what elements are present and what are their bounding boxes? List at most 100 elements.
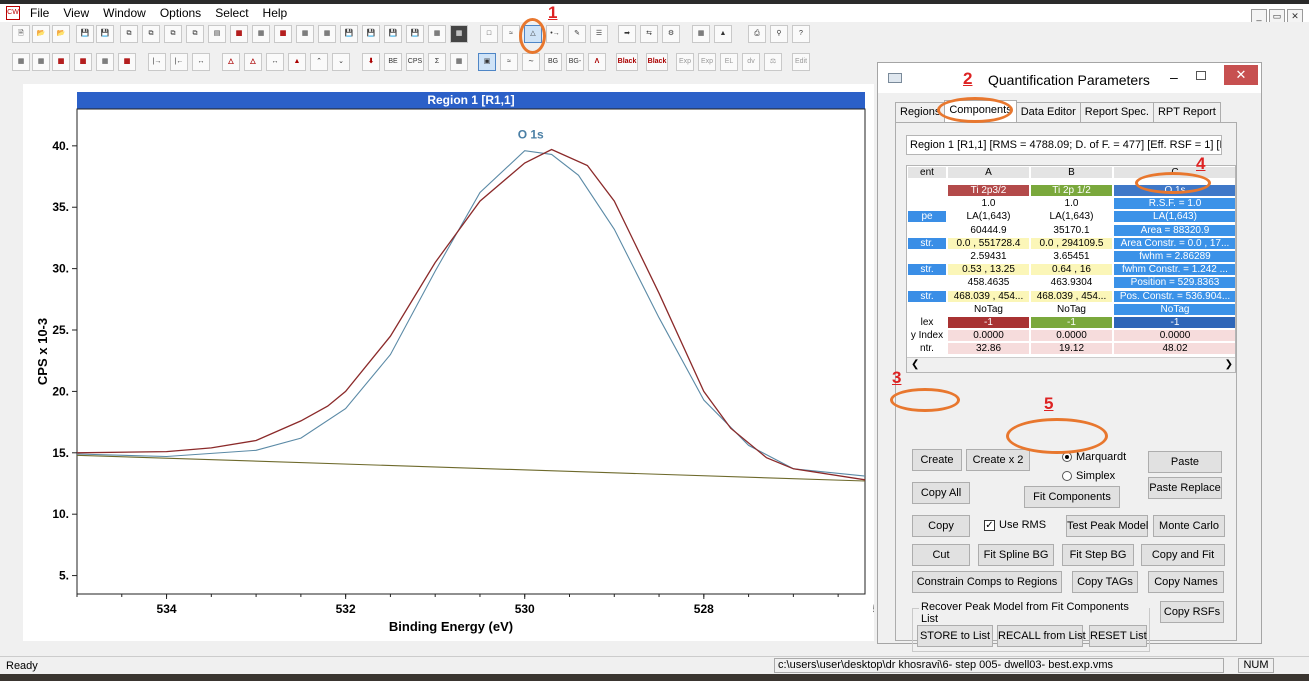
grid-row-label[interactable] xyxy=(907,250,947,263)
peak-left-icon[interactable]: △ xyxy=(244,53,262,71)
exp-vir-button[interactable]: Exp Vir xyxy=(676,53,694,71)
tile-5-icon[interactable]: ▦ xyxy=(96,53,114,71)
window-icon[interactable]: □ xyxy=(480,25,498,43)
pencil-icon[interactable]: ✎ xyxy=(568,25,586,43)
fit-spline-bg-button[interactable]: Fit Spline BG xyxy=(978,544,1054,566)
copy-page-2-icon[interactable]: ⧉ xyxy=(142,25,160,43)
grid-cell[interactable]: 35170.1 xyxy=(1030,223,1113,237)
grid-row-label[interactable]: str. xyxy=(907,289,947,303)
grid-cell[interactable]: 0.53 , 13.25 xyxy=(947,263,1030,277)
peak-both-icon[interactable]: ↔ xyxy=(266,53,284,71)
shift-right-icon[interactable]: |→ xyxy=(148,53,166,71)
tab-report-spec[interactable]: Report Spec. xyxy=(1079,102,1154,122)
constrain-comps-button[interactable]: Constrain Comps to Regions xyxy=(912,571,1062,593)
mdi-close-icon[interactable]: ✕ xyxy=(1287,9,1303,23)
graph-icon[interactable]: ≈ xyxy=(500,53,518,71)
menu-select[interactable]: Select xyxy=(215,6,248,20)
grid-cell[interactable]: fwhm = 2.86289 xyxy=(1113,250,1235,263)
block-2-icon[interactable]: ▦ xyxy=(252,25,270,43)
components-grid[interactable]: ent A B C Ti 2p3/2 Ti 2p 1/2 O 1s 1.0 1.0 R.S.F. … xyxy=(906,165,1236,373)
arrow-icon[interactable]: ➡ xyxy=(618,25,636,43)
tile-3-icon[interactable]: ▦ xyxy=(52,53,70,71)
grid-column-header-b[interactable]: B xyxy=(1030,166,1113,179)
cps-button[interactable]: CPS C xyxy=(406,53,424,71)
recall-from-list-button[interactable]: RECALL from List xyxy=(997,625,1086,647)
double-up-icon[interactable]: ⌃ xyxy=(310,53,328,71)
menu-options[interactable]: Options xyxy=(160,6,201,20)
open-folder-2-icon[interactable]: 📂 xyxy=(52,25,70,43)
tile-2-icon[interactable]: ▦ xyxy=(32,53,50,71)
menu-help[interactable]: Help xyxy=(263,6,288,20)
grid-cell[interactable]: Area Constr. = 0.0 , 17... xyxy=(1113,236,1235,250)
copy-page-4-icon[interactable]: ⧉ xyxy=(186,25,204,43)
new-file-icon[interactable]: 🗎 xyxy=(12,25,30,43)
mdi-minimize-icon[interactable]: _ xyxy=(1251,9,1267,23)
help-icon[interactable]: ? xyxy=(792,25,810,43)
peak-icon[interactable]: △ xyxy=(222,53,240,71)
grid-cell[interactable]: NoTag xyxy=(1113,302,1235,316)
grid-cell[interactable]: Ti 2p3/2 xyxy=(947,184,1030,197)
menu-view[interactable]: View xyxy=(63,6,89,20)
trash-icon[interactable]: ▲ xyxy=(714,25,732,43)
block-3-icon[interactable]: ▦ xyxy=(274,25,292,43)
grid-cell[interactable]: fwhm Constr. = 1.242 ... xyxy=(1113,263,1235,277)
shift-both-icon[interactable]: ↔ xyxy=(192,53,210,71)
grid-cell[interactable]: 468.039 , 454... xyxy=(947,289,1030,303)
mdi-restore-icon[interactable]: ▭ xyxy=(1269,9,1285,23)
grid-cell[interactable]: 48.02 xyxy=(1113,342,1235,356)
copy-and-fit-button[interactable]: Copy and Fit xyxy=(1141,544,1225,566)
spectrum-chart[interactable]: 5. 10. 15. 20. 25. 30. 35. 40. 534 532 530 528 526 Bi… xyxy=(23,84,874,641)
scroll-right-icon[interactable]: ❯ xyxy=(1225,359,1233,370)
grid-cell[interactable]: 458.4635 xyxy=(947,276,1030,290)
grid-cell[interactable]: NoTag xyxy=(1030,302,1113,316)
fit-step-bg-button[interactable]: Fit Step BG xyxy=(1062,544,1134,566)
double-down-icon[interactable]: ⌄ xyxy=(332,53,350,71)
tab-rpt-report[interactable]: RPT Report xyxy=(1152,102,1221,122)
grid-row-label[interactable] xyxy=(907,184,947,197)
el-fr-button[interactable]: EL FR xyxy=(720,53,738,71)
create-button[interactable]: Create xyxy=(912,449,962,471)
grid-column-header-a[interactable]: A xyxy=(947,166,1030,179)
grid-cell[interactable]: 0.0000 xyxy=(947,329,1030,343)
menu-window[interactable]: Window xyxy=(103,6,146,20)
display-icon[interactable]: ▣ xyxy=(478,53,496,71)
calendar-icon[interactable]: ▦ xyxy=(428,25,446,43)
print-icon[interactable]: ⎙ xyxy=(748,25,766,43)
grid-cell[interactable]: 0.0000 xyxy=(1030,329,1113,343)
grid-cell[interactable]: Position = 529.8363 xyxy=(1113,276,1235,290)
grid-row-label[interactable] xyxy=(907,302,947,316)
tab-data-editor[interactable]: Data Editor xyxy=(1015,102,1081,122)
grid-horizontal-scrollbar[interactable]: ❮ ❯ xyxy=(907,357,1235,372)
bg-button[interactable]: BG xyxy=(544,53,562,71)
import-icon[interactable]: ⬇ xyxy=(362,53,380,71)
copy-rsfs-button[interactable]: Copy RSFs xyxy=(1160,601,1224,623)
clipboard-icon[interactable]: ▦ xyxy=(450,25,468,43)
simplex-radio[interactable]: Simplex xyxy=(1062,470,1115,482)
disk-icon[interactable]: 💾 xyxy=(340,25,358,43)
paste-button[interactable]: Paste xyxy=(1148,451,1222,473)
region-summary-field[interactable]: Region 1 [R1,1] [RMS = 4788.09; D. of F.… xyxy=(906,135,1222,155)
block-5-icon[interactable]: ▦ xyxy=(318,25,336,43)
marker-icon[interactable]: •→ xyxy=(546,25,564,43)
grid-cell[interactable]: LA(1,643) xyxy=(947,210,1030,224)
grid-cell[interactable]: 2.59431 xyxy=(947,250,1030,263)
grid-cell[interactable]: -1 xyxy=(1113,316,1235,329)
grid-cell[interactable]: 0.64 , 16 xyxy=(1030,263,1113,277)
fit-components-button[interactable]: Fit Components xyxy=(1024,486,1120,508)
copy-page-3-icon[interactable]: ⧉ xyxy=(164,25,182,43)
grid-cell[interactable]: Pos. Constr. = 536.904... xyxy=(1113,289,1235,303)
sum-icon[interactable]: Σ xyxy=(428,53,446,71)
copy-button[interactable]: Copy xyxy=(912,515,970,537)
grid-cell[interactable]: 60444.9 xyxy=(947,223,1030,237)
copy-all-button[interactable]: Copy All xyxy=(912,482,970,504)
cut-button[interactable]: Cut xyxy=(912,544,970,566)
grid-cell[interactable]: 32.86 xyxy=(947,342,1030,356)
grid-cell[interactable]: R.S.F. = 1.0 xyxy=(1113,197,1235,211)
open-folder-icon[interactable]: 📂 xyxy=(32,25,50,43)
grid-cell[interactable]: -1 xyxy=(947,316,1030,329)
grid-row-label[interactable] xyxy=(907,276,947,290)
menu-file[interactable]: File xyxy=(30,6,49,20)
disk-4-icon[interactable]: 💾 xyxy=(406,25,424,43)
gear-icon[interactable]: ⚙ xyxy=(662,25,680,43)
dv-icon[interactable]: dv xyxy=(742,53,760,71)
